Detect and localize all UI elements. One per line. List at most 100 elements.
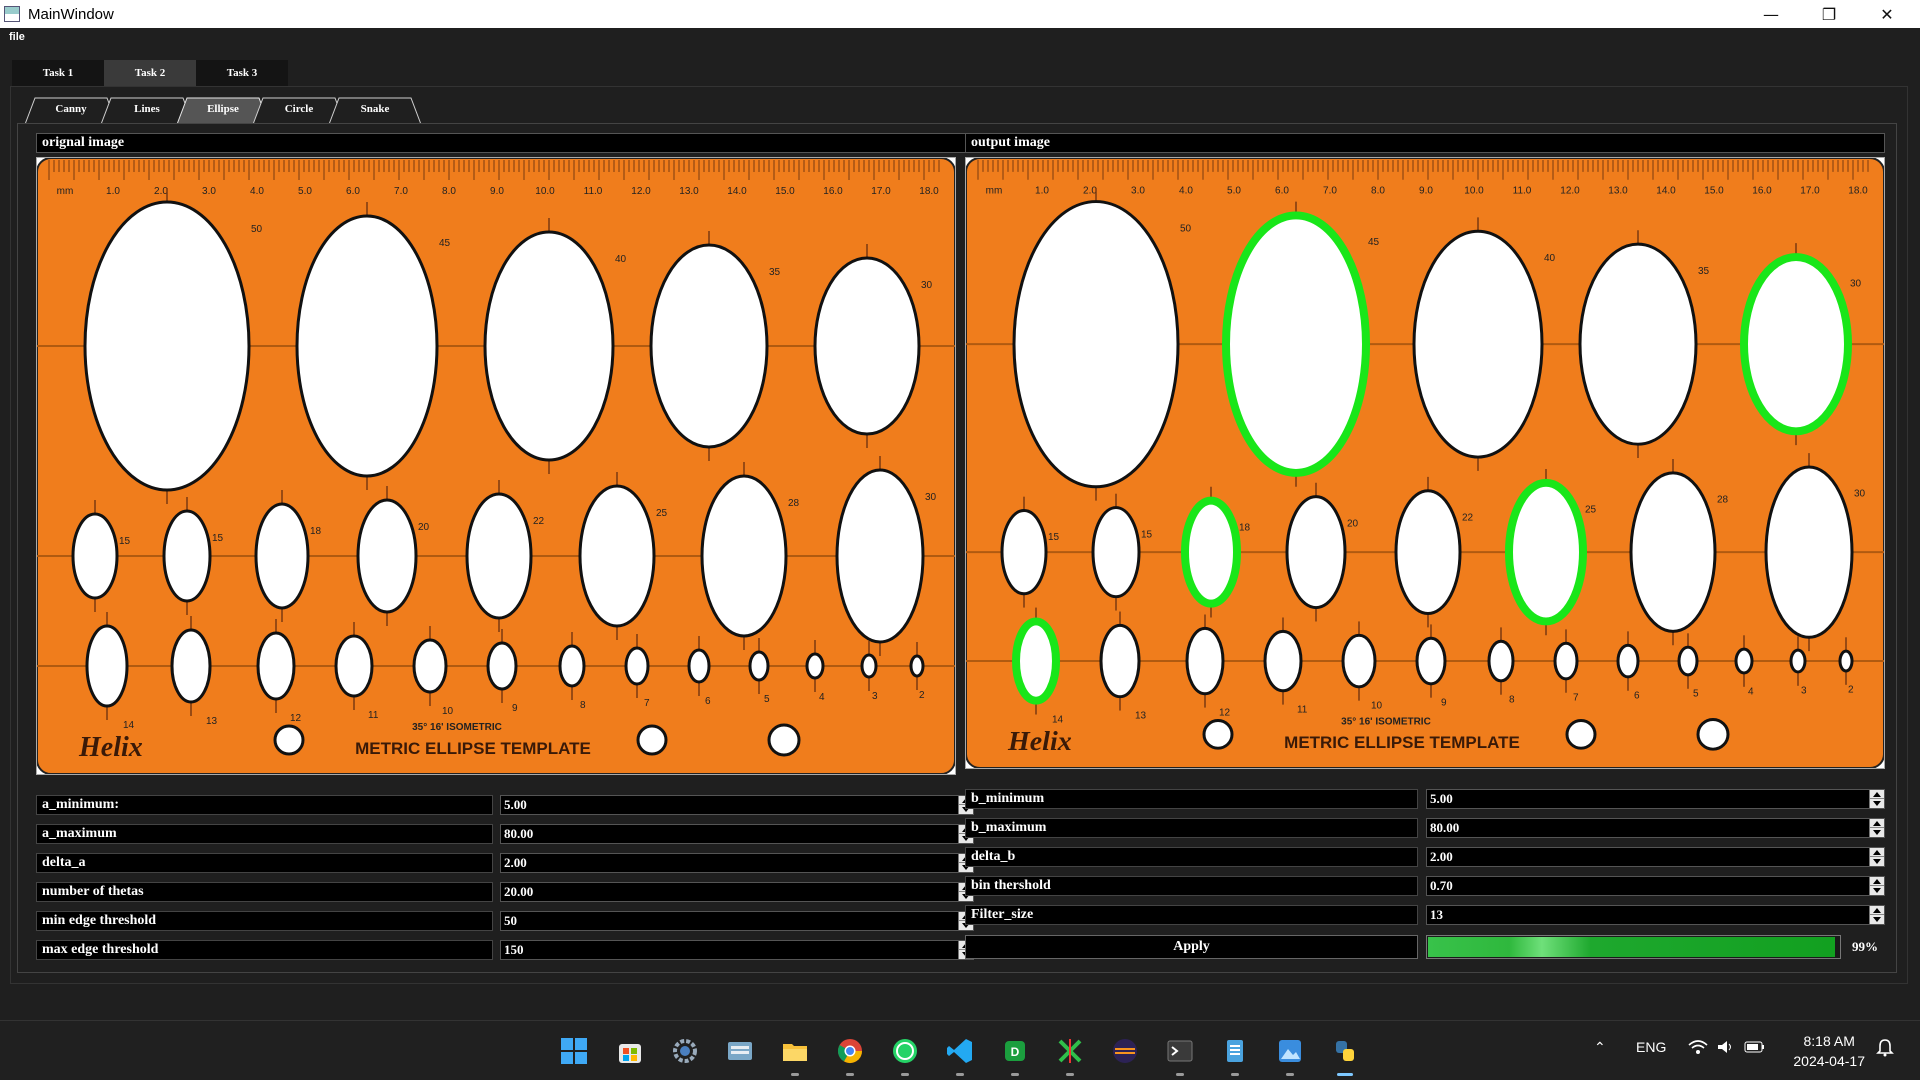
maximize-button[interactable]: ❐ <box>1800 0 1858 28</box>
a-maximum-spinbox[interactable] <box>500 824 974 844</box>
d-app-icon[interactable]: D <box>999 1035 1031 1067</box>
tray-chevron-up-icon[interactable]: ⌃ <box>1594 1039 1606 1056</box>
filter-size-spinbox[interactable] <box>1426 905 1885 925</box>
scale-label: 17.0 <box>871 186 891 197</box>
bin-threshold-input[interactable] <box>1427 877 1868 895</box>
notification-bell-icon[interactable] <box>1876 1037 1894 1060</box>
chrome-icon[interactable] <box>834 1035 866 1067</box>
original-image-label: orignal image <box>36 133 974 153</box>
tab-task-1[interactable]: Task 1 <box>12 60 104 86</box>
min-edge-threshold-spinbox[interactable] <box>500 911 974 931</box>
b-maximum-down[interactable] <box>1870 828 1884 837</box>
b-maximum-stepper[interactable] <box>1869 819 1884 837</box>
delta-a-label: delta_a <box>36 853 493 873</box>
menu-file[interactable]: file <box>9 31 25 43</box>
tab-task-2[interactable]: Task 2 <box>104 60 196 86</box>
b-minimum-spinbox[interactable] <box>1426 789 1885 809</box>
scale-label: 10.0 <box>535 186 555 197</box>
scale-label: 17.0 <box>1800 186 1820 197</box>
volume-icon[interactable] <box>1716 1039 1734 1058</box>
template-ellipse <box>486 641 518 691</box>
template-ellipse <box>1341 633 1377 689</box>
filter-size-up[interactable] <box>1870 906 1884 915</box>
template-ellipse <box>909 654 925 678</box>
running-indicator <box>1176 1073 1184 1076</box>
bin-threshold-down[interactable] <box>1870 886 1884 895</box>
terminal-icon[interactable] <box>1164 1035 1196 1067</box>
b-minimum-stepper[interactable] <box>1869 790 1884 808</box>
language-indicator[interactable]: ENG <box>1636 1039 1666 1055</box>
arrow-up-icon <box>1873 820 1881 826</box>
bin-threshold-up[interactable] <box>1870 877 1884 886</box>
whatsapp-icon[interactable] <box>889 1035 921 1067</box>
b-minimum-down[interactable] <box>1870 799 1884 808</box>
number-of-thetas-input[interactable] <box>501 883 957 901</box>
delta-a-spinbox[interactable] <box>500 853 974 873</box>
settings-icon[interactable] <box>669 1035 701 1067</box>
running-indicator <box>791 1073 799 1076</box>
a-minimum-input[interactable] <box>501 796 957 814</box>
arrow-down-icon <box>1873 917 1881 922</box>
keyboard-app-icon[interactable] <box>724 1035 756 1067</box>
brand-logo: Helix <box>1007 726 1072 757</box>
file-explorer-icon[interactable] <box>779 1035 811 1067</box>
original-image: mm 1.0 2.0 3.0 4.0 5.0 6.0 7.0 8.0 9.0 10.0 11.0 12.… <box>36 157 956 775</box>
output-image-label: output image <box>965 133 1885 153</box>
filter-size-input[interactable] <box>1427 906 1868 924</box>
scale-label: 14.0 <box>727 186 747 197</box>
b-minimum-up[interactable] <box>1870 790 1884 799</box>
b-maximum-spinbox[interactable] <box>1426 818 1885 838</box>
photos-icon[interactable] <box>1274 1035 1306 1067</box>
x-app-icon[interactable] <box>1054 1035 1086 1067</box>
ellipse-size-label: 28 <box>788 498 800 509</box>
apply-button[interactable]: Apply <box>965 935 1418 959</box>
delta-b-stepper[interactable] <box>1869 848 1884 866</box>
tab-task-3[interactable]: Task 3 <box>196 60 288 86</box>
bin-threshold-spinbox[interactable] <box>1426 876 1885 896</box>
eclipse-icon[interactable] <box>1109 1035 1141 1067</box>
windows-start-icon[interactable] <box>558 1035 590 1067</box>
wifi-icon[interactable] <box>1688 1039 1708 1058</box>
template-ellipse <box>1616 643 1640 679</box>
delta-b-spinbox[interactable] <box>1426 847 1885 867</box>
b-maximum-up[interactable] <box>1870 819 1884 828</box>
store-icon[interactable] <box>614 1035 646 1067</box>
a-minimum-label: a_minimum: <box>36 795 493 815</box>
number-of-thetas-spinbox[interactable] <box>500 882 974 902</box>
battery-icon[interactable] <box>1744 1039 1766 1058</box>
a-maximum-input[interactable] <box>501 825 957 843</box>
b-minimum-input[interactable] <box>1427 790 1868 808</box>
ellipse-size-label: 2 <box>1848 685 1854 696</box>
b-maximum-input[interactable] <box>1427 819 1868 837</box>
close-button[interactable]: ✕ <box>1858 0 1916 28</box>
filter-size-down[interactable] <box>1870 915 1884 924</box>
max-edge-threshold-input[interactable] <box>501 941 957 959</box>
max-edge-threshold-spinbox[interactable] <box>500 940 974 960</box>
filter-size-stepper[interactable] <box>1869 906 1884 924</box>
delta-b-down[interactable] <box>1870 857 1884 866</box>
delta-a-input[interactable] <box>501 854 957 872</box>
ellipse-size-label: 3 <box>1801 686 1807 697</box>
arrow-down-icon <box>1873 801 1881 806</box>
ellipse-size-label: 9 <box>1441 698 1447 709</box>
b-maximum-label: b_maximum <box>965 818 1418 838</box>
running-indicator <box>1231 1073 1239 1076</box>
arrow-up-icon <box>1873 878 1881 884</box>
minimize-button[interactable]: — <box>1742 0 1800 28</box>
notepad-icon[interactable] <box>1219 1035 1251 1067</box>
min-edge-threshold-input[interactable] <box>501 912 957 930</box>
a-minimum-spinbox[interactable] <box>500 795 974 815</box>
delta-b-input[interactable] <box>1427 848 1868 866</box>
scale-label: 8.0 <box>442 186 456 197</box>
python-icon[interactable] <box>1329 1035 1361 1067</box>
system-clock[interactable]: 8:18 AM 2024-04-17 <box>1793 1031 1865 1071</box>
bin-threshold-stepper[interactable] <box>1869 877 1884 895</box>
vscode-icon[interactable] <box>944 1035 976 1067</box>
tab-snake[interactable]: Snake <box>329 97 421 123</box>
ellipse-size-label: 2 <box>919 690 925 701</box>
ellipse-size-label: 50 <box>251 224 263 235</box>
delta-b-up[interactable] <box>1870 848 1884 857</box>
scale-label: 13.0 <box>679 186 699 197</box>
template-circle <box>1565 718 1597 750</box>
template-ellipse <box>1734 647 1754 675</box>
